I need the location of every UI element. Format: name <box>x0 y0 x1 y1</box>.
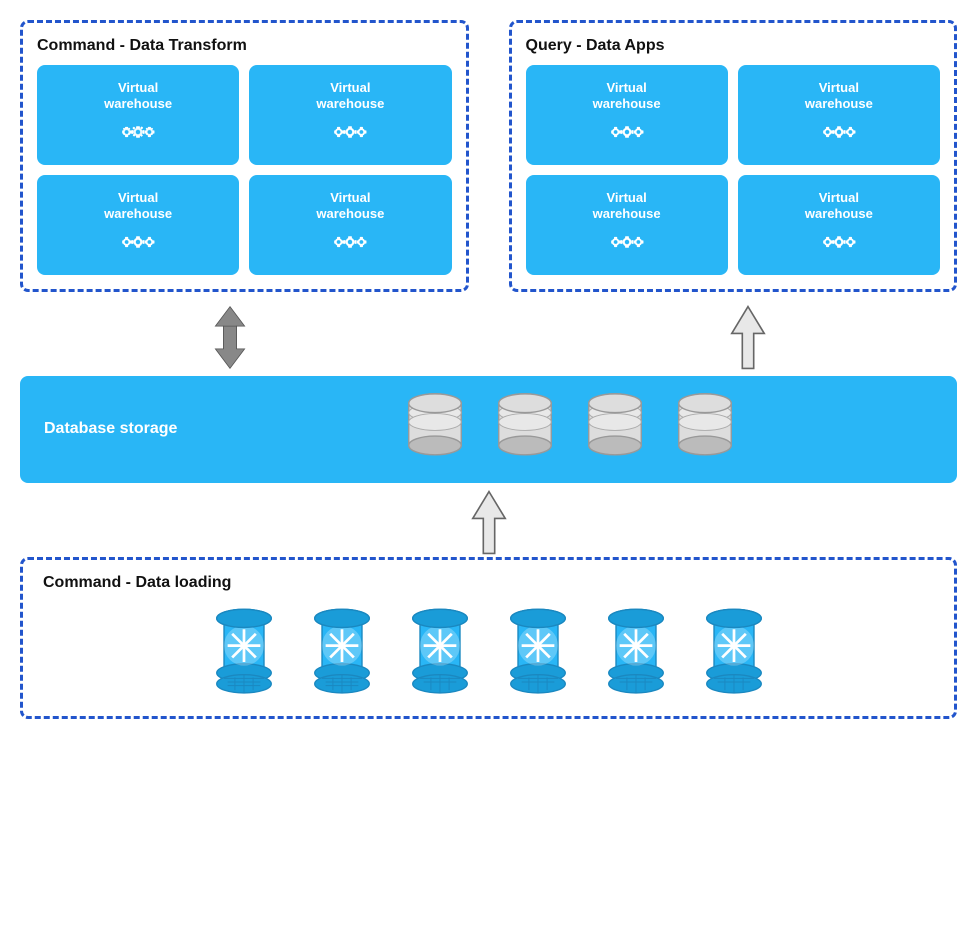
loader-2 <box>302 602 382 702</box>
data-loading-title: Command - Data loading <box>43 574 934 592</box>
db-cylinders <box>207 392 933 467</box>
data-loading-box: Command - Data loading <box>20 557 957 719</box>
up-arrow <box>723 305 773 370</box>
warehouse-label-1: Virtualwarehouse <box>104 80 172 111</box>
bottom-up-arrow <box>464 490 514 555</box>
warehouse-label-8: Virtualwarehouse <box>805 190 873 221</box>
warehouse-label-7: Virtualwarehouse <box>593 190 661 221</box>
db-cylinder-1 <box>400 392 470 467</box>
gear-icon-2 <box>331 117 369 152</box>
warehouse-card-2: Virtualwarehouse <box>249 65 451 165</box>
command-transform-grid: Virtualwarehouse <box>37 65 452 275</box>
bottom-section: Command - Data loading <box>20 487 957 719</box>
query-apps-grid: Virtualwarehouse <box>526 65 941 275</box>
gear-icon-5 <box>608 117 646 152</box>
bidirectional-arrow <box>205 305 255 370</box>
gear-icon-7 <box>608 227 646 262</box>
command-transform-title: Command - Data Transform <box>37 37 452 55</box>
loader-row <box>43 602 934 702</box>
command-data-transform-box: Command - Data Transform Virtualwarehous… <box>20 20 469 292</box>
warehouse-card-3: Virtualwarehouse <box>37 175 239 275</box>
query-apps-title: Query - Data Apps <box>526 37 941 55</box>
warehouse-card-7: Virtualwarehouse <box>526 175 728 275</box>
query-data-apps-box: Query - Data Apps Virtualwarehouse <box>509 20 958 292</box>
db-cylinder-3 <box>580 392 650 467</box>
warehouse-label-2: Virtualwarehouse <box>316 80 384 111</box>
db-cylinder-2 <box>490 392 560 467</box>
bottom-arrow-row <box>464 487 514 557</box>
loader-1 <box>204 602 284 702</box>
loader-3 <box>400 602 480 702</box>
gear-icon-4 <box>331 227 369 262</box>
warehouse-card-1: Virtualwarehouse <box>37 65 239 165</box>
left-arrow-container <box>100 305 359 370</box>
warehouse-card-5: Virtualwarehouse <box>526 65 728 165</box>
storage-label: Database storage <box>44 419 177 440</box>
storage-bar: Database storage <box>20 376 957 483</box>
gear-icon-8 <box>820 227 858 262</box>
warehouse-card-8: Virtualwarehouse <box>738 175 940 275</box>
diagram-container: Command - Data Transform Virtualwarehous… <box>0 0 977 941</box>
warehouse-label-5: Virtualwarehouse <box>593 80 661 111</box>
warehouse-label-6: Virtualwarehouse <box>805 80 873 111</box>
top-row: Command - Data Transform Virtualwarehous… <box>20 20 957 292</box>
warehouse-label-3: Virtualwarehouse <box>104 190 172 221</box>
gear-icon-1 <box>119 117 157 152</box>
arrow-row-middle <box>20 302 957 372</box>
warehouse-card-6: Virtualwarehouse <box>738 65 940 165</box>
warehouse-label-4: Virtualwarehouse <box>316 190 384 221</box>
right-arrow-container <box>618 305 877 370</box>
gear-icon-6 <box>820 117 858 152</box>
db-cylinder-4 <box>670 392 740 467</box>
gear-icon-3 <box>119 227 157 262</box>
loader-6 <box>694 602 774 702</box>
loader-5 <box>596 602 676 702</box>
loader-4 <box>498 602 578 702</box>
warehouse-card-4: Virtualwarehouse <box>249 175 451 275</box>
